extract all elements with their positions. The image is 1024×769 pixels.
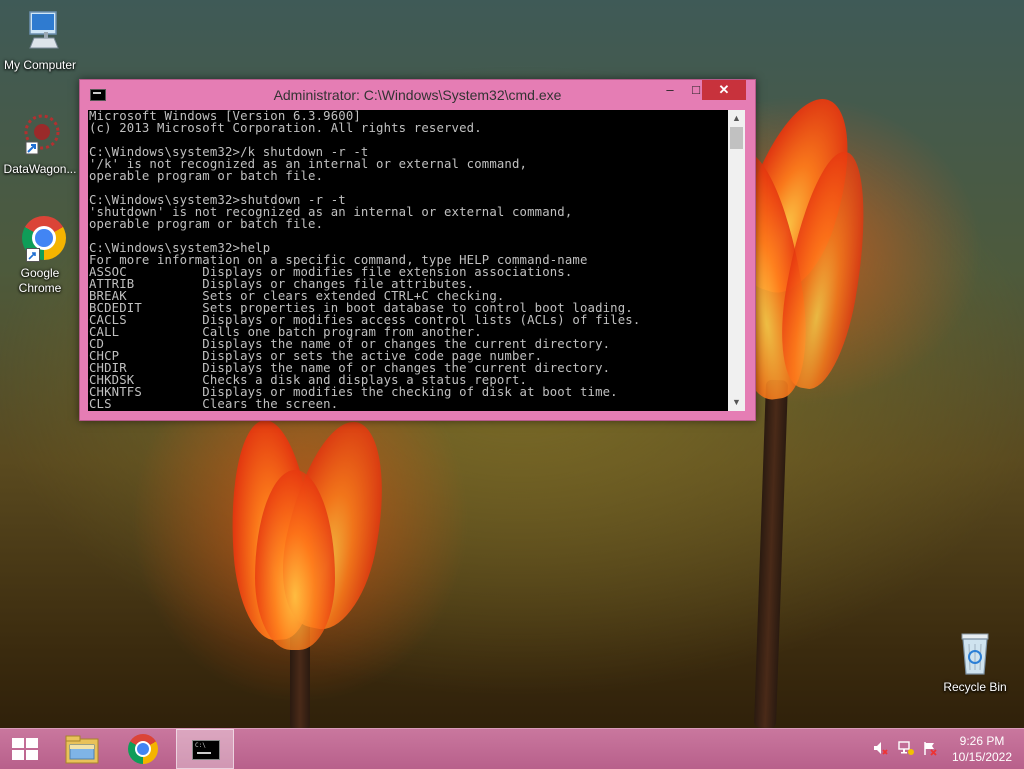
desktop-icon-label: Google Chrome — [18, 266, 62, 295]
speaker-muted-icon[interactable] — [872, 740, 888, 756]
taskbar: 9:26 PM 10/15/2022 — [0, 728, 1024, 769]
vertical-scrollbar[interactable]: ▲ ▼ — [728, 110, 745, 411]
console-output-area[interactable]: Microsoft Windows [Version 6.3.9600] (c) … — [88, 110, 728, 411]
system-tray — [868, 740, 944, 758]
minimize-button[interactable]: – — [657, 80, 683, 100]
scroll-up-arrow-icon[interactable]: ▲ — [728, 110, 745, 127]
desktop-icon-recycle-bin[interactable]: Recycle Bin — [935, 630, 1015, 695]
scroll-thumb[interactable] — [730, 127, 743, 149]
desktop-icon-label: DataWagon... — [3, 162, 77, 176]
desktop-icon-my-computer[interactable]: My Computer — [0, 8, 80, 73]
network-icon[interactable] — [898, 740, 914, 756]
taskbar-clock[interactable]: 9:26 PM 10/15/2022 — [944, 733, 1020, 765]
cmd-icon — [192, 740, 220, 760]
taskbar-file-explorer[interactable] — [58, 729, 104, 769]
console-line: operable program or batch file. — [89, 169, 324, 183]
action-center-flag-icon[interactable] — [922, 740, 938, 756]
windows-logo-icon — [12, 738, 38, 760]
desktop-icon-label: My Computer — [3, 58, 77, 72]
console-text: Microsoft Windows [Version 6.3.9600] (c) … — [88, 110, 728, 410]
taskbar-google-chrome[interactable] — [118, 729, 168, 769]
desktop-icon-google-chrome[interactable]: Google Chrome — [0, 216, 80, 296]
clock-date: 10/15/2022 — [951, 750, 1013, 764]
chrome-icon — [16, 216, 66, 264]
close-button[interactable]: ✕ — [702, 80, 746, 100]
window-title: Administrator: C:\Windows\System32\cmd.e… — [273, 87, 562, 103]
desktop-icon-label: Recycle Bin — [943, 680, 1007, 694]
title-bar[interactable]: Administrator: C:\Windows\System32\cmd.e… — [80, 80, 755, 110]
console-line: operable program or batch file. — [89, 217, 324, 231]
computer-icon — [16, 8, 64, 56]
console-line: (c) 2013 Microsoft Corporation. All righ… — [89, 121, 482, 135]
chrome-icon — [128, 734, 158, 764]
recycle-bin-icon — [951, 630, 999, 678]
console-line: CLS Clears the screen. — [89, 397, 339, 411]
cmd-window[interactable]: Administrator: C:\Windows\System32\cmd.e… — [79, 79, 756, 421]
folder-icon — [65, 735, 99, 764]
datawagon-icon — [16, 112, 64, 160]
desktop-icon-datawagon[interactable]: DataWagon... — [0, 112, 80, 177]
start-button[interactable] — [0, 729, 50, 769]
clock-time: 9:26 PM — [959, 734, 1005, 748]
scroll-down-arrow-icon[interactable]: ▼ — [728, 394, 745, 411]
taskbar-command-prompt[interactable] — [176, 729, 234, 769]
